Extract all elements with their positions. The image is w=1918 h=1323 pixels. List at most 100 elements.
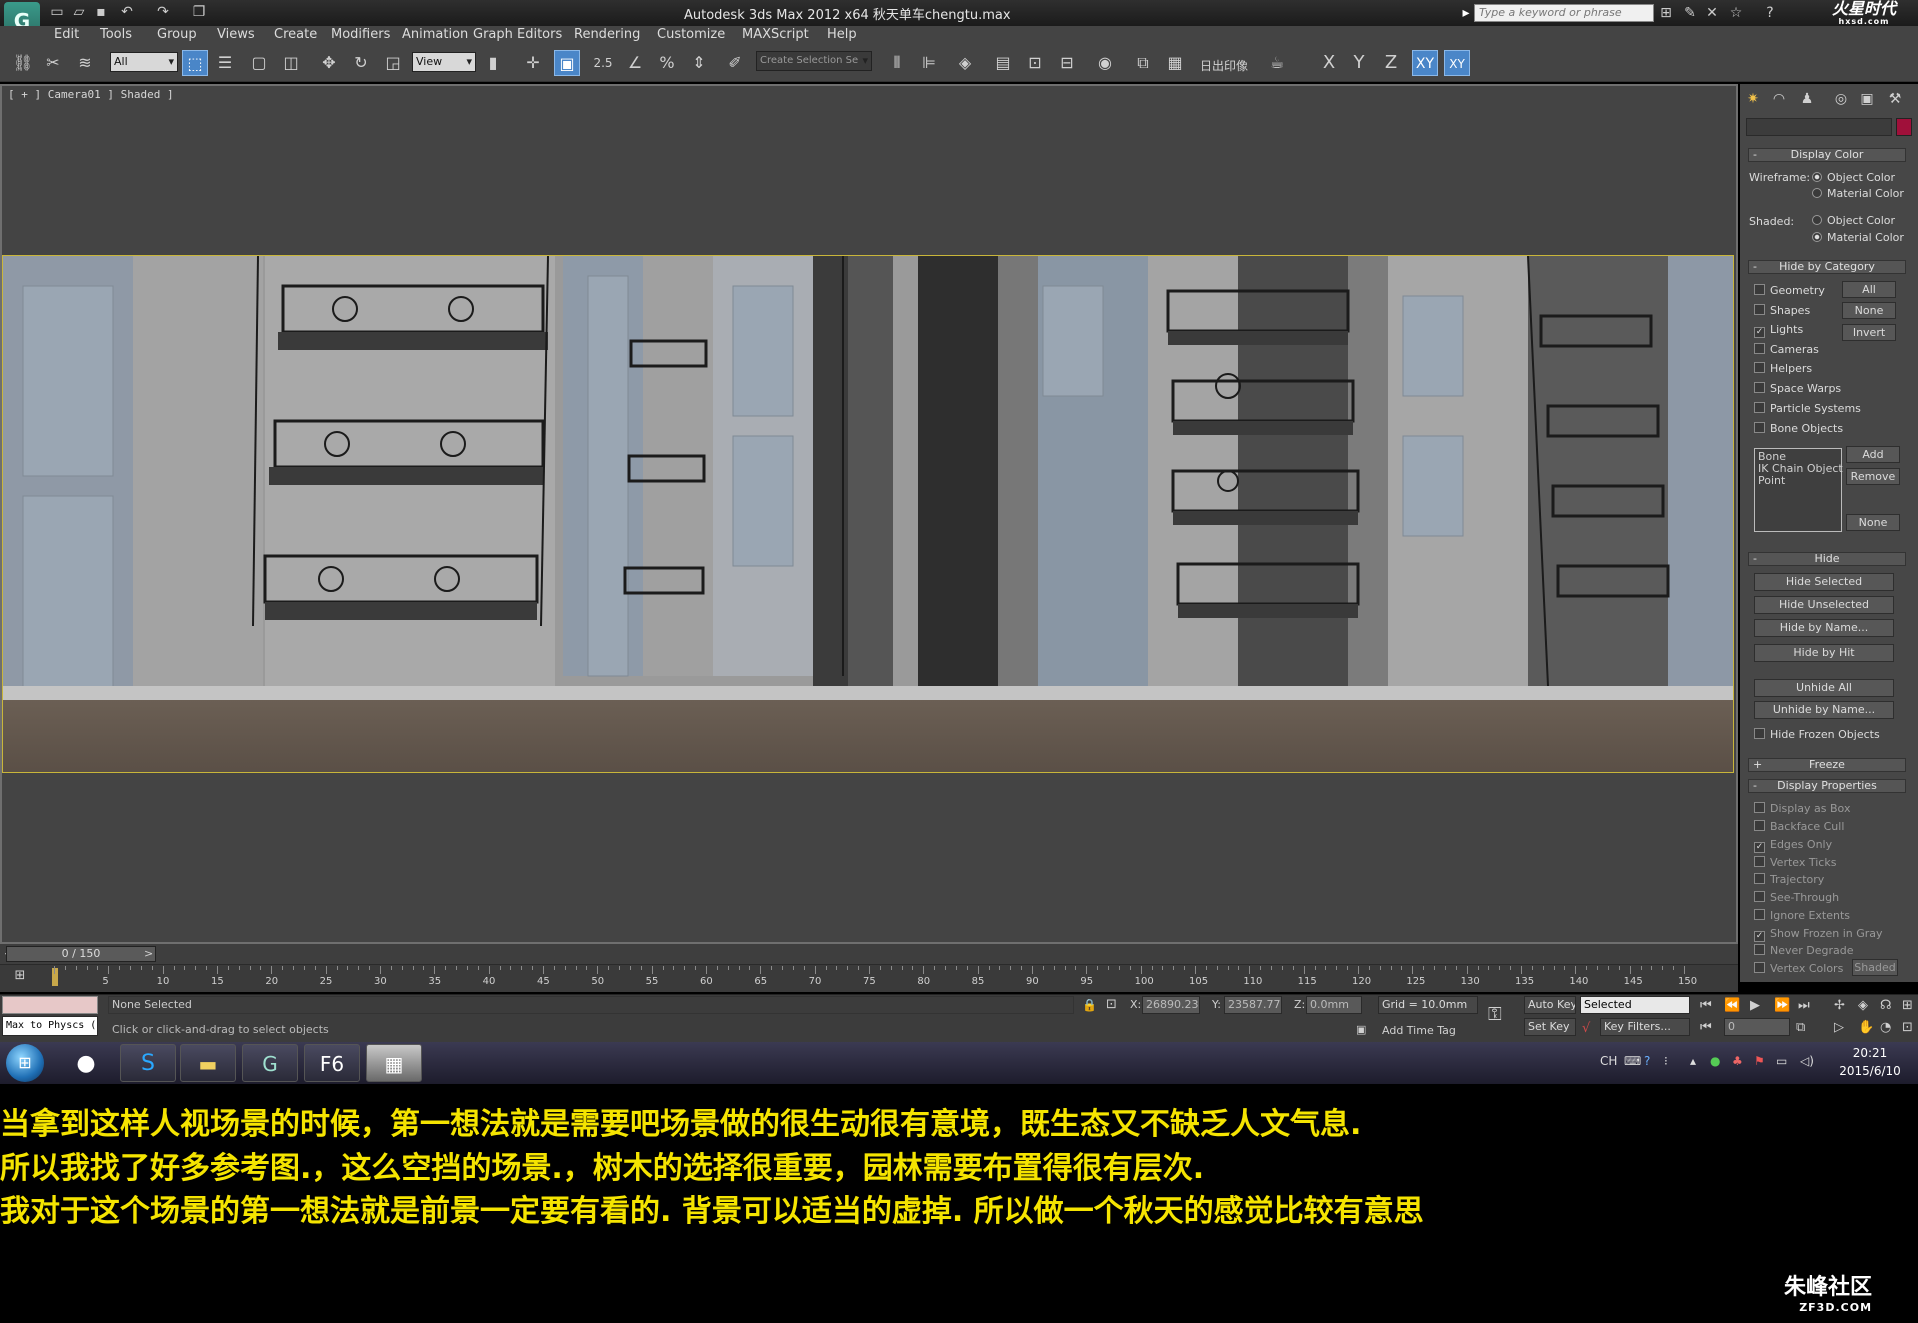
options-tray-icon[interactable]: ⁝	[1664, 1054, 1668, 1068]
project-folder-icon[interactable]: ❐	[190, 3, 208, 21]
render-preset-label[interactable]: 日出印像	[1200, 57, 1248, 74]
utilities-tab-icon[interactable]: ⚒	[1884, 88, 1906, 110]
walk-through-icon[interactable]: ◔	[1880, 1020, 1891, 1035]
go-to-end-icon[interactable]: ⏭	[1798, 998, 1810, 1013]
hide-rollout[interactable]: - Hide	[1748, 552, 1906, 566]
menu-help[interactable]: Help	[827, 27, 857, 42]
render-setup-icon[interactable]: ⧉	[1130, 50, 1156, 76]
field-of-view-icon[interactable]: ▷	[1834, 1020, 1844, 1035]
category-helpers-checkbox[interactable]: Helpers	[1754, 362, 1812, 375]
bind-space-warp-icon[interactable]: ≋	[72, 50, 98, 76]
maxscript-mini-listener[interactable]: Max to Physcs (	[2, 1016, 98, 1036]
key-mode-dropdown[interactable]: Selected	[1580, 996, 1690, 1014]
start-button-icon[interactable]: ⊞	[6, 1044, 44, 1082]
show-frozen-in-gray-checkbox[interactable]: ✓ Show Frozen in Gray	[1754, 927, 1883, 942]
hide-by-name-button[interactable]: Hide by Name...	[1754, 619, 1894, 637]
see-through-checkbox[interactable]: See-Through	[1754, 891, 1839, 904]
favorites-star-icon[interactable]: ☆	[1726, 3, 1746, 23]
create-tab-icon[interactable]: ✷	[1742, 88, 1764, 110]
category-shapes-checkbox[interactable]: Shapes	[1754, 304, 1810, 317]
select-manipulate-icon[interactable]: ✛	[520, 50, 546, 76]
time-configuration-icon[interactable]: ⧉	[1796, 1020, 1805, 1035]
object-name-field[interactable]	[1746, 118, 1892, 136]
key-mode-toggle-icon[interactable]: ⏮	[1700, 1020, 1712, 1035]
material-editor-icon[interactable]: ◉	[1092, 50, 1118, 76]
hide-unselected-button[interactable]: Hide Unselected	[1754, 596, 1894, 614]
category-lights-checkbox[interactable]: ✓ Lights	[1754, 323, 1803, 338]
set-key-icon[interactable]: ⚿	[1488, 1004, 1502, 1025]
category-all-button[interactable]: All	[1842, 281, 1896, 298]
current-frame-field[interactable]: 0	[1724, 1018, 1790, 1036]
wireframe-material-color-radio[interactable]: Material Color	[1812, 187, 1904, 200]
menu-maxscript[interactable]: MAXScript	[742, 27, 809, 42]
x-coord-field[interactable]: 26890.238	[1142, 996, 1200, 1014]
time-slider-next-icon[interactable]: >	[144, 947, 153, 960]
menu-views[interactable]: Views	[217, 27, 255, 42]
vertex-ticks-checkbox[interactable]: Vertex Ticks	[1754, 856, 1836, 869]
shaded-material-color-radio[interactable]: Material Color	[1812, 231, 1904, 244]
hide-by-category-rollout[interactable]: - Hide by Category	[1748, 260, 1906, 274]
orbit-icon[interactable]: ☊	[1880, 998, 1892, 1013]
3dsmax-task-icon[interactable]: G	[242, 1044, 298, 1082]
menu-rendering[interactable]: Rendering	[574, 27, 640, 42]
new-file-icon[interactable]: ▭	[48, 3, 66, 21]
save-icon[interactable]: ▪	[92, 3, 110, 21]
add-time-tag-button[interactable]: Add Time Tag	[1382, 1024, 1456, 1037]
link-icon[interactable]: ⛓	[10, 50, 36, 76]
axis-x-button[interactable]: X	[1316, 50, 1342, 76]
set-key-button[interactable]: Set Key	[1524, 1018, 1576, 1036]
named-selection-sets-dropdown[interactable]: Create Selection Se	[756, 51, 872, 71]
lock-selection-icon[interactable]: 🔒	[1082, 998, 1097, 1012]
menu-create[interactable]: Create	[274, 27, 317, 42]
keyboard-tray-icon[interactable]: ⌨	[1624, 1054, 1641, 1068]
undo-icon[interactable]: ↶	[118, 3, 136, 21]
schematic-view-icon[interactable]: ⊟	[1054, 50, 1080, 76]
list-item[interactable]: Bone	[1755, 449, 1841, 463]
object-color-swatch[interactable]	[1896, 118, 1912, 136]
show-hidden-icons-icon[interactable]: ▴	[1690, 1054, 1696, 1068]
menu-animation[interactable]: Animation	[402, 27, 468, 42]
play-icon[interactable]: ▶	[1750, 998, 1760, 1013]
time-slider-track[interactable]	[0, 944, 1738, 964]
menu-tools[interactable]: Tools	[100, 27, 132, 42]
pivot-center-icon[interactable]: ▮	[480, 50, 506, 76]
unhide-all-button[interactable]: Unhide All	[1754, 679, 1894, 697]
qq-tray-icon[interactable]: ♣	[1732, 1054, 1743, 1068]
unlink-icon[interactable]: ✂	[40, 50, 66, 76]
image-viewer-task-icon[interactable]: ▦	[366, 1044, 422, 1082]
flag-tray-icon[interactable]: ⚑	[1754, 1054, 1765, 1068]
category-space-warps-checkbox[interactable]: Space Warps	[1754, 382, 1841, 395]
menu-group[interactable]: Group	[157, 27, 197, 42]
unhide-by-name-button[interactable]: Unhide by Name...	[1754, 701, 1894, 719]
category-list-none-button[interactable]: None	[1846, 514, 1900, 531]
window-crossing-icon[interactable]: ◫	[278, 50, 304, 76]
previous-frame-icon[interactable]: ⏪	[1724, 998, 1740, 1013]
open-file-icon[interactable]: ▱	[70, 3, 88, 21]
display-properties-rollout[interactable]: - Display Properties	[1748, 779, 1906, 793]
y-coord-field[interactable]: 23587.771	[1224, 996, 1282, 1014]
rendered-frame-window-icon[interactable]: ▦	[1162, 50, 1188, 76]
camera-render-view[interactable]	[2, 255, 1734, 773]
category-listbox[interactable]: Bone IK Chain Object Point	[1754, 448, 1843, 532]
category-add-button[interactable]: Add	[1846, 446, 1900, 463]
redo-icon[interactable]: ↷	[154, 3, 172, 21]
modify-tab-icon[interactable]: ◠	[1768, 88, 1790, 110]
scale-icon[interactable]: ◲	[380, 50, 406, 76]
category-invert-button[interactable]: Invert	[1842, 324, 1896, 341]
file-explorer-icon[interactable]: ▬	[180, 1044, 236, 1082]
category-cameras-checkbox[interactable]: Cameras	[1754, 343, 1819, 356]
help-icon[interactable]: ?	[1760, 3, 1780, 23]
maximize-toggle-icon[interactable]: ⊡	[1902, 1020, 1913, 1035]
communication-icon[interactable]: ✕	[1702, 3, 1722, 23]
hierarchy-tab-icon[interactable]: ♟	[1796, 88, 1818, 110]
axis-y-button[interactable]: Y	[1346, 50, 1372, 76]
hide-selected-button[interactable]: Hide Selected	[1754, 573, 1894, 591]
binoculars-icon[interactable]: ⊞	[1656, 3, 1676, 23]
freeze-rollout[interactable]: + Freeze	[1748, 758, 1906, 772]
menu-customize[interactable]: Customize	[657, 27, 725, 42]
time-slider[interactable]: 0 / 150	[6, 946, 156, 962]
select-by-name-icon[interactable]: ☰	[212, 50, 238, 76]
keyboard-shortcut-override-icon[interactable]: ▣	[554, 50, 580, 76]
auto-key-button[interactable]: Auto Key	[1524, 996, 1576, 1014]
menu-modifiers[interactable]: Modifiers	[331, 27, 390, 42]
